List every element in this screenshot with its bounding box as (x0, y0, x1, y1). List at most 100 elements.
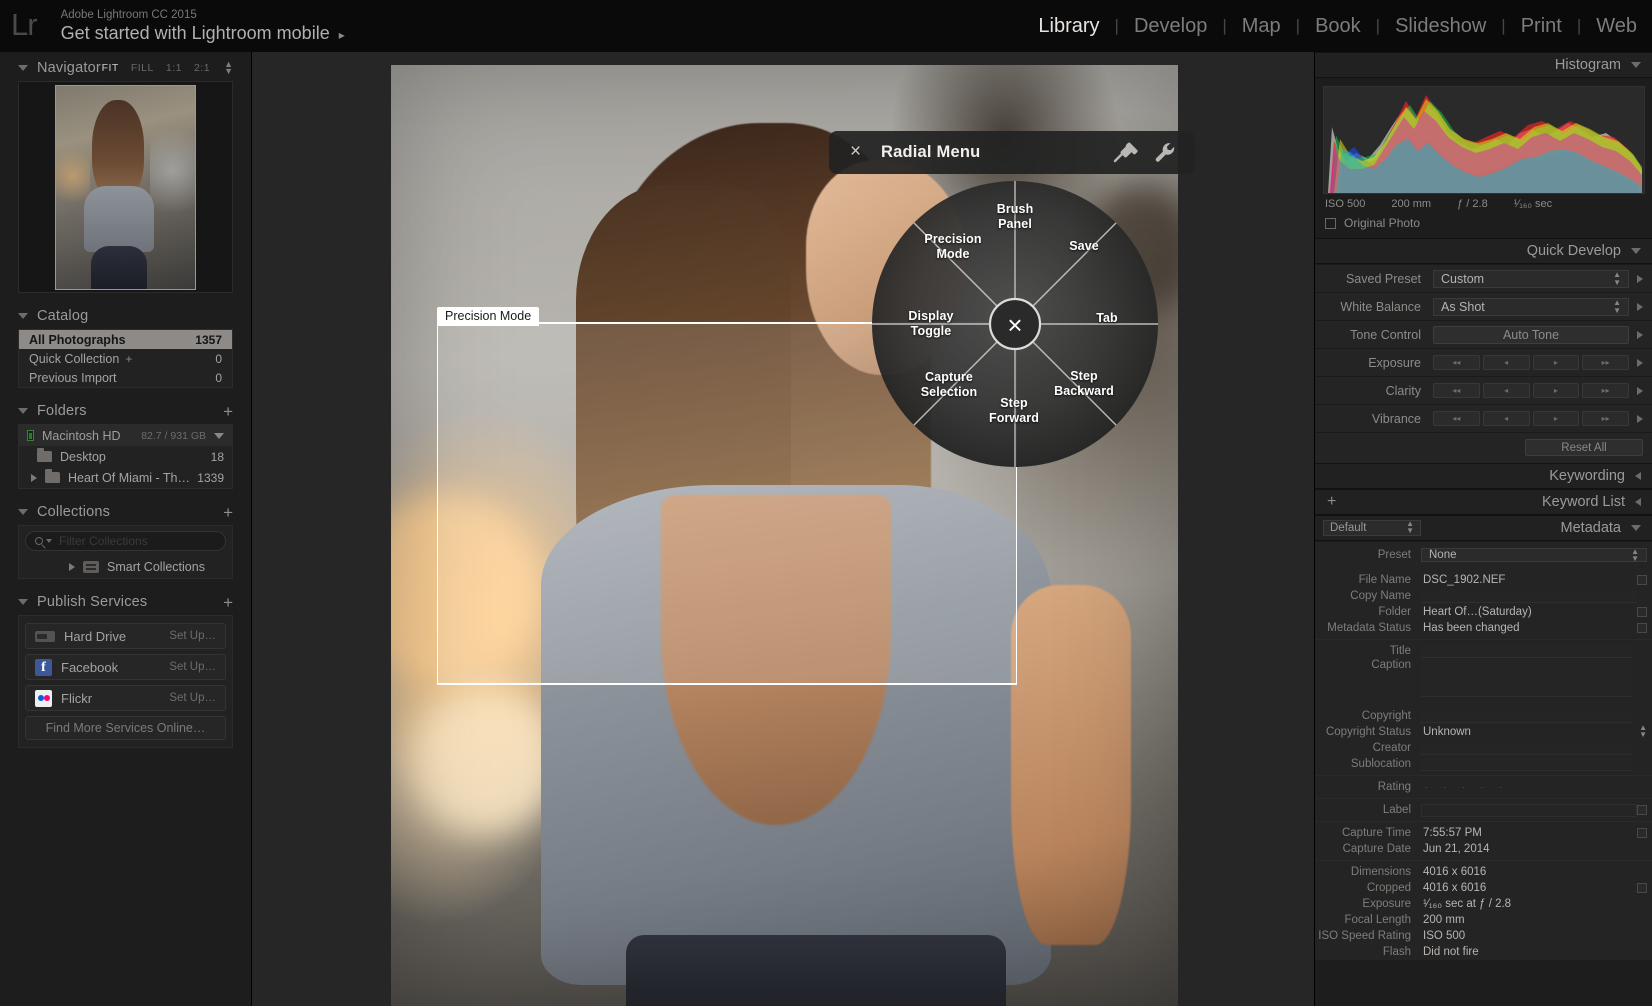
crop-action-icon[interactable] (1637, 883, 1647, 893)
disclosure-triangle-icon[interactable] (1631, 525, 1641, 531)
zoom-2to1[interactable]: 2:1 (194, 62, 210, 74)
folder-item-heart-of-miami[interactable]: Heart Of Miami - Th… 1339 (19, 467, 232, 488)
find-more-services-button[interactable]: Find More Services Online… (25, 716, 226, 740)
disclosure-triangle-icon[interactable] (18, 313, 28, 319)
star-4-icon[interactable]: ∙ (1481, 782, 1484, 792)
identity-plate[interactable]: Adobe Lightroom CC 2015 Get started with… (61, 9, 345, 44)
module-map[interactable]: Map (1227, 15, 1296, 38)
go-to-folder-icon[interactable] (1637, 607, 1647, 617)
white-balance-select[interactable]: As Shot ▲ ▼ (1433, 297, 1629, 316)
saved-preset-select[interactable]: Custom ▲ ▼ (1433, 269, 1629, 288)
catalog-item-all-photographs[interactable]: All Photographs 1357 (19, 330, 232, 349)
publish-services-header[interactable]: Publish Services + (18, 589, 233, 615)
chevron-right-icon[interactable] (1637, 330, 1643, 339)
chevron-right-icon[interactable] (1637, 386, 1643, 395)
publish-service-setup-link[interactable]: Set Up… (169, 630, 216, 642)
disclosure-triangle-icon[interactable] (18, 65, 28, 71)
catalog-header[interactable]: Catalog (18, 303, 233, 329)
collapse-triangle-icon[interactable] (1635, 498, 1641, 506)
quick-collection-plus-icon[interactable]: + (125, 352, 132, 366)
disclosure-triangle-icon[interactable] (1631, 62, 1641, 68)
collections-filter[interactable]: Filter Collections (25, 531, 226, 551)
edit-capture-time-icon[interactable] (1637, 828, 1647, 838)
exposure-increase-small[interactable]: ▸ (1532, 355, 1580, 370)
stepper-icon[interactable]: ▲ ▼ (1613, 271, 1621, 286)
radial-menu-wheel[interactable]: × Brush Panel Save Tab Step Backward Ste… (871, 180, 1159, 468)
creator-field[interactable] (1421, 741, 1632, 755)
clarity-increase-small[interactable]: ▸ (1532, 383, 1580, 398)
vibrance-decrease-small[interactable]: ◂ (1482, 411, 1530, 426)
collapse-triangle-icon[interactable] (1635, 472, 1641, 480)
publish-service-flickr[interactable]: Flickr Set Up… (25, 685, 226, 711)
add-folder-icon[interactable]: + (223, 403, 233, 420)
disclosure-triangle-icon[interactable] (1631, 248, 1641, 254)
module-web[interactable]: Web (1581, 15, 1652, 38)
chevron-down-icon[interactable] (46, 539, 52, 543)
module-library[interactable]: Library (1023, 15, 1114, 38)
catalog-item-quick-collection[interactable]: Quick Collection + 0 (19, 349, 232, 368)
module-print[interactable]: Print (1506, 15, 1577, 38)
rating-stars[interactable]: ∙ ∙ ∙ ∙ ∙ (1421, 782, 1502, 792)
auto-tone-button[interactable]: Auto Tone (1433, 325, 1629, 344)
clarity-increase-large[interactable]: ▸▸ (1582, 383, 1629, 398)
stepper-icon[interactable]: ▲ ▼ (1613, 299, 1621, 314)
resolve-metadata-icon[interactable] (1637, 623, 1647, 633)
publish-service-setup-link[interactable]: Set Up… (169, 661, 216, 673)
wrench-icon[interactable] (1153, 140, 1179, 166)
go-to-file-icon[interactable] (1637, 575, 1647, 585)
module-book[interactable]: Book (1300, 15, 1376, 38)
add-publish-service-icon[interactable]: + (223, 594, 233, 611)
promo-arrow-icon[interactable]: ▸ (339, 28, 345, 42)
zoom-1to1[interactable]: 1:1 (166, 62, 182, 74)
star-1-icon[interactable]: ∙ (1425, 782, 1428, 792)
close-icon[interactable]: × (845, 142, 866, 163)
histogram-graph[interactable] (1323, 86, 1645, 194)
vibrance-decrease-large[interactable]: ◂◂ (1433, 411, 1480, 426)
chevron-right-icon[interactable] (1637, 414, 1643, 423)
title-field[interactable] (1421, 644, 1632, 658)
clarity-decrease-large[interactable]: ◂◂ (1433, 383, 1480, 398)
chevron-right-icon[interactable] (1637, 302, 1643, 311)
zoom-fill[interactable]: FILL (131, 62, 154, 74)
histogram-header[interactable]: Histogram (1315, 52, 1652, 78)
quick-develop-header[interactable]: Quick Develop (1315, 238, 1652, 264)
disclosure-triangle-icon[interactable] (18, 509, 28, 515)
pin-icon[interactable] (1109, 140, 1139, 166)
chevron-right-icon[interactable] (69, 563, 75, 571)
vibrance-increase-large[interactable]: ▸▸ (1582, 411, 1629, 426)
vibrance-increase-small[interactable]: ▸ (1532, 411, 1580, 426)
metadata-preset-select[interactable]: None ▲ ▼ (1421, 547, 1647, 563)
navigator-header[interactable]: Navigator FIT FILL 1:1 2:1 ▲ ▼ (18, 55, 233, 81)
copyright-status-value[interactable]: Unknown (1421, 726, 1639, 738)
metadata-view-select[interactable]: Default ▲ ▼ (1323, 520, 1421, 536)
stepper-icon[interactable]: ▲ ▼ (1639, 724, 1647, 739)
copyright-field[interactable] (1421, 709, 1632, 723)
original-photo-toggle[interactable]: Original Photo (1315, 210, 1652, 238)
chevron-right-icon[interactable] (31, 473, 37, 482)
star-2-icon[interactable]: ∙ (1444, 782, 1447, 792)
metadata-value[interactable] (1421, 589, 1637, 603)
reset-all-button[interactable]: Reset All (1525, 439, 1643, 456)
metadata-header[interactable]: Default ▲ ▼ Metadata (1315, 515, 1652, 541)
exposure-decrease-small[interactable]: ◂ (1482, 355, 1530, 370)
star-3-icon[interactable]: ∙ (1462, 782, 1465, 792)
stepper-icon[interactable]: ▲ ▼ (1406, 520, 1414, 535)
checkbox-icon[interactable] (1325, 217, 1336, 229)
publish-service-hard-drive[interactable]: Hard Drive Set Up… (25, 623, 226, 649)
chevron-right-icon[interactable] (1637, 358, 1643, 367)
folders-header[interactable]: Folders + (18, 398, 233, 424)
folder-volume-macintosh-hd[interactable]: Macintosh HD 82.7 / 931 GB (19, 425, 232, 446)
navigator-preview[interactable] (18, 81, 233, 293)
clarity-decrease-small[interactable]: ◂ (1482, 383, 1530, 398)
module-slideshow[interactable]: Slideshow (1380, 15, 1501, 38)
exposure-decrease-large[interactable]: ◂◂ (1433, 355, 1480, 370)
disclosure-triangle-icon[interactable] (18, 408, 28, 414)
folder-item-desktop[interactable]: Desktop 18 (19, 446, 232, 467)
catalog-item-previous-import[interactable]: Previous Import 0 (19, 368, 232, 387)
star-5-icon[interactable]: ∙ (1499, 782, 1502, 792)
publish-service-facebook[interactable]: f Facebook Set Up… (25, 654, 226, 680)
add-collection-icon[interactable]: + (223, 504, 233, 521)
keyword-list-header[interactable]: + Keyword List (1315, 489, 1652, 515)
collection-item-smart-collections[interactable]: Smart Collections (19, 556, 232, 578)
keywording-header[interactable]: Keywording (1315, 463, 1652, 489)
